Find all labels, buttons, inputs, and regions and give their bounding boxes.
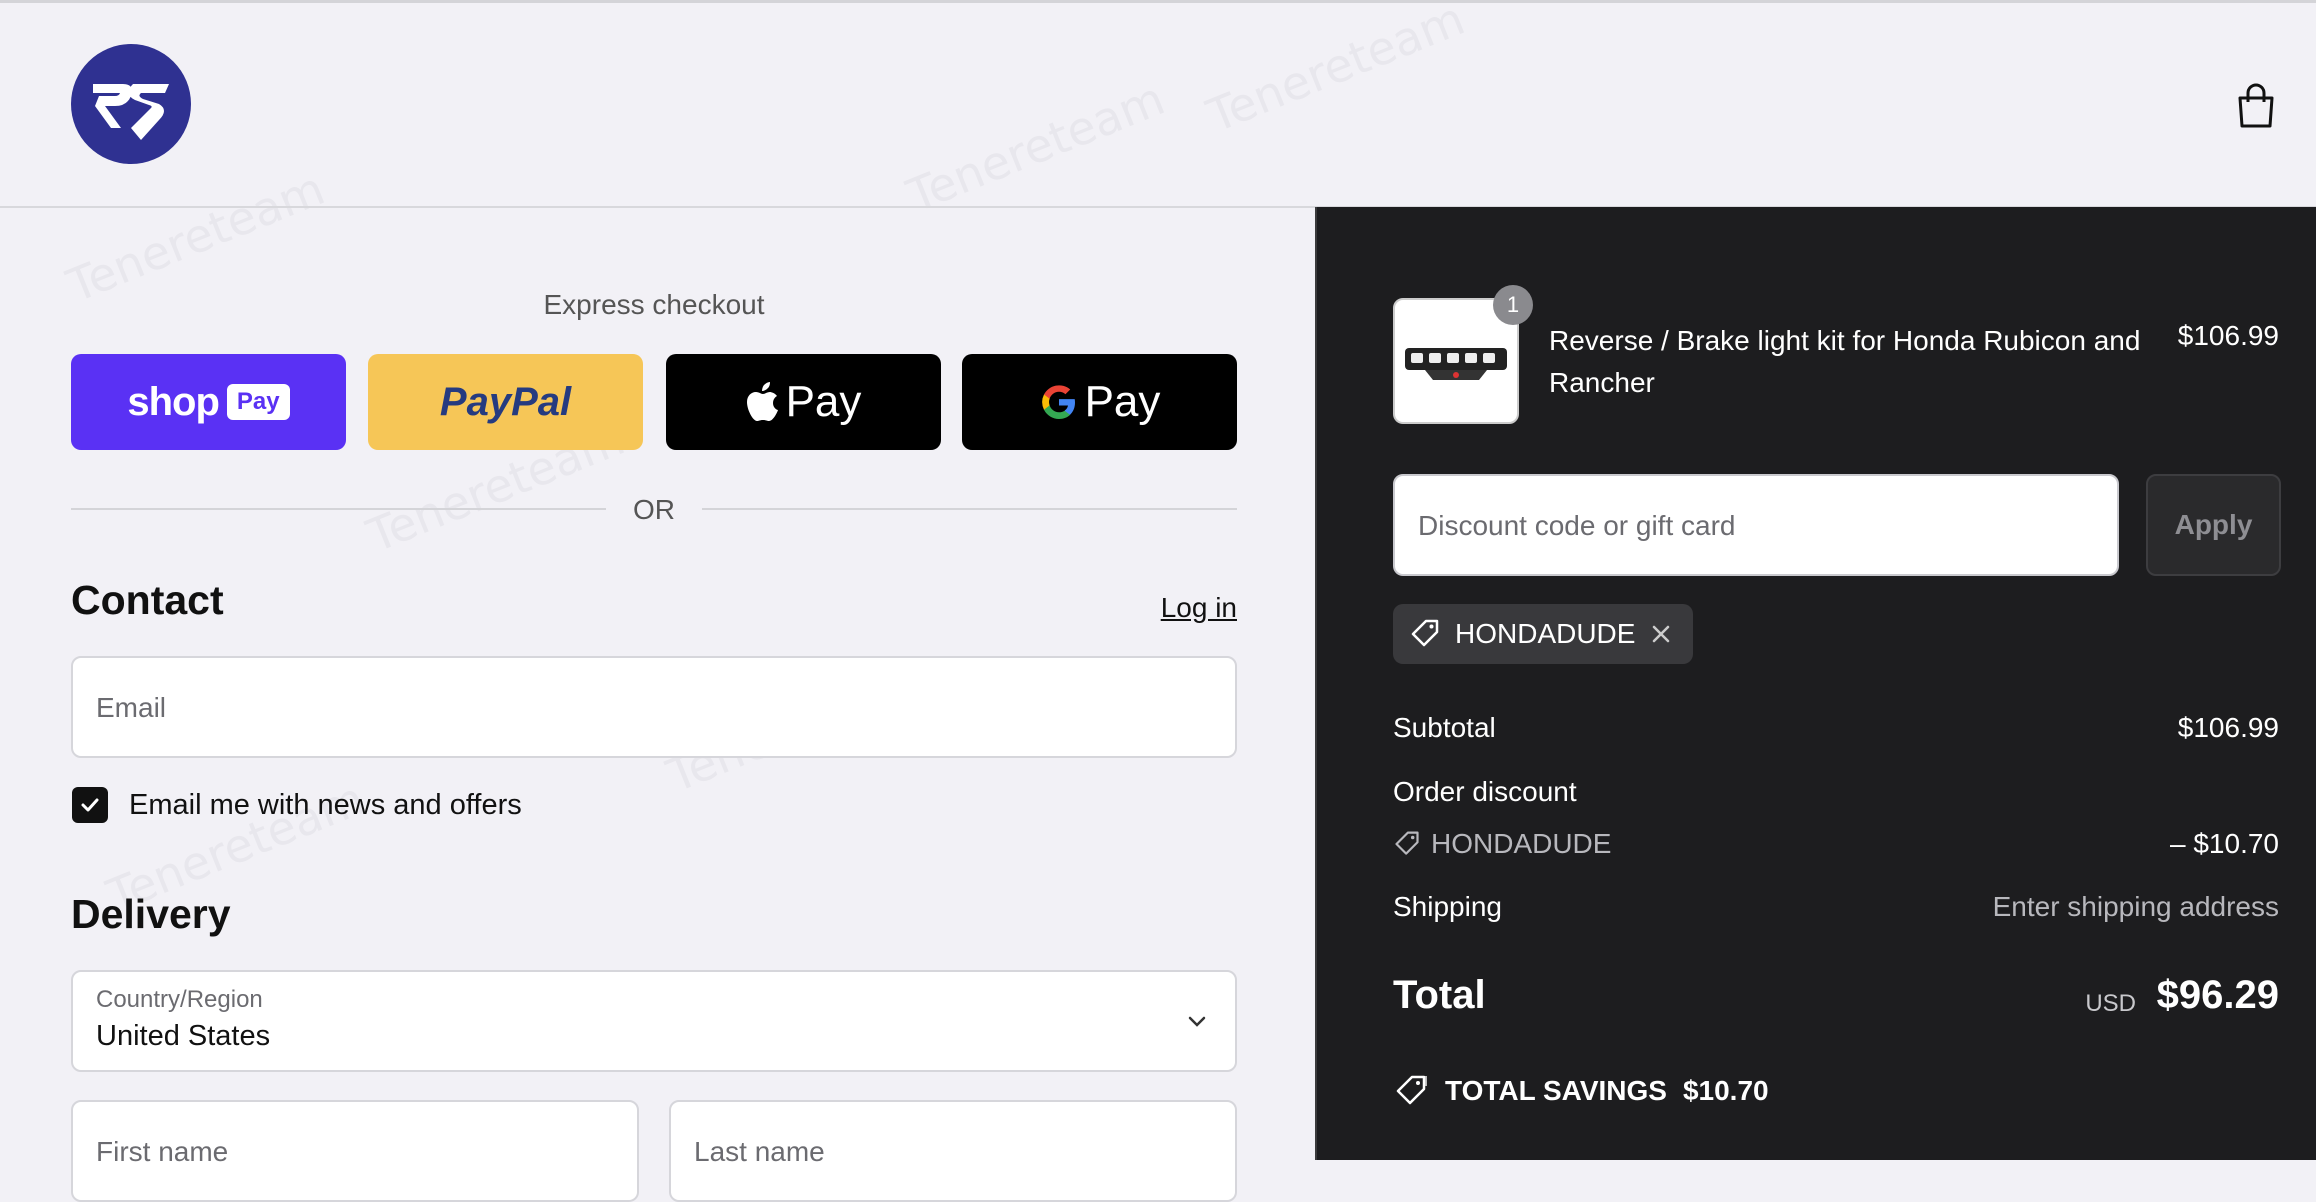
last-name-field[interactable]: Last name xyxy=(669,1100,1237,1202)
apply-button[interactable]: Apply xyxy=(2146,474,2281,576)
total-value: $96.29 xyxy=(2156,973,2279,1017)
brand-logo[interactable] xyxy=(71,44,191,164)
or-divider: OR xyxy=(71,488,1237,528)
total-currency: USD xyxy=(2085,990,2136,1017)
google-g-icon xyxy=(1041,385,1075,419)
subtotal-value: $106.99 xyxy=(2177,712,2279,743)
login-link[interactable]: Log in xyxy=(1161,592,1237,624)
shop-pay-button[interactable]: shop Pay xyxy=(71,354,346,450)
apple-pay-label: Pay xyxy=(785,377,862,426)
shipping-value: Enter shipping address xyxy=(1992,891,2279,922)
tag-icon xyxy=(1411,619,1439,647)
chevron-down-icon xyxy=(1188,1016,1206,1027)
site-header xyxy=(0,3,2316,208)
total-label: Total xyxy=(1393,973,1486,1017)
shop-pay-brand: shop xyxy=(127,379,220,424)
last-name-placeholder: Last name xyxy=(694,1136,825,1167)
product-name: Reverse / Brake light kit for Honda Rubi… xyxy=(1549,325,2141,398)
country-value: United States xyxy=(96,1020,271,1052)
savings-label: TOTAL SAVINGS xyxy=(1445,1075,1667,1106)
newsletter-checkbox[interactable] xyxy=(72,787,108,823)
checkmark-icon xyxy=(81,798,99,812)
quantity-badge: 1 xyxy=(1493,285,1533,325)
shipping-label: Shipping xyxy=(1393,891,1502,922)
apple-icon xyxy=(746,382,778,421)
total-savings: TOTAL SAVINGS $10.70 xyxy=(1393,1073,1769,1109)
discount-code-input[interactable]: Discount code or gift card xyxy=(1393,474,2119,576)
country-select[interactable]: Country/Region United States xyxy=(71,970,1237,1072)
discount-placeholder: Discount code or gift card xyxy=(1418,510,1736,541)
order-summary: 1 Reverse / Brake light kit for Honda Ru… xyxy=(1315,207,2316,1160)
express-checkout-title: Express checkout xyxy=(543,289,765,320)
discount-value: – $10.70 xyxy=(2170,828,2279,859)
order-discount-label: Order discount xyxy=(1393,776,1577,807)
product-price: $106.99 xyxy=(2177,320,2279,351)
google-pay-button[interactable]: Pay xyxy=(962,354,1237,450)
shopping-bag-icon[interactable] xyxy=(2234,82,2278,130)
checkout-form: Express checkout shop Pay PayPal Pay Pay… xyxy=(0,207,1315,1202)
tag-icon xyxy=(1395,831,1419,855)
first-name-field[interactable]: First name xyxy=(71,1100,639,1202)
email-placeholder: Email xyxy=(96,692,167,723)
discount-code-row: HONDADUDE xyxy=(1393,828,1611,860)
country-label: Country/Region xyxy=(96,986,263,1013)
applied-discount-chip: HONDADUDE xyxy=(1393,604,1694,664)
first-name-placeholder: First name xyxy=(96,1136,229,1167)
shop-pay-badge: Pay xyxy=(226,384,290,420)
paypal-button[interactable]: PayPal xyxy=(368,354,643,450)
newsletter-label: Email me with news and offers xyxy=(129,789,522,821)
google-pay-label: Pay xyxy=(1084,377,1161,426)
discount-code-name: HONDADUDE xyxy=(1431,828,1612,859)
apple-pay-button[interactable]: Pay xyxy=(666,354,941,450)
paypal-label: PayPal xyxy=(439,379,572,424)
applied-code: HONDADUDE xyxy=(1455,618,1636,649)
savings-value: $10.70 xyxy=(1682,1075,1769,1106)
remove-discount-icon[interactable] xyxy=(1649,622,1673,646)
savings-tag-icon xyxy=(1396,1075,1427,1105)
subtotal-label: Subtotal xyxy=(1393,712,1496,743)
contact-title: Contact xyxy=(71,577,224,623)
email-field[interactable]: Email xyxy=(71,656,1237,758)
delivery-title: Delivery xyxy=(71,891,231,937)
or-text: OR xyxy=(633,494,675,525)
